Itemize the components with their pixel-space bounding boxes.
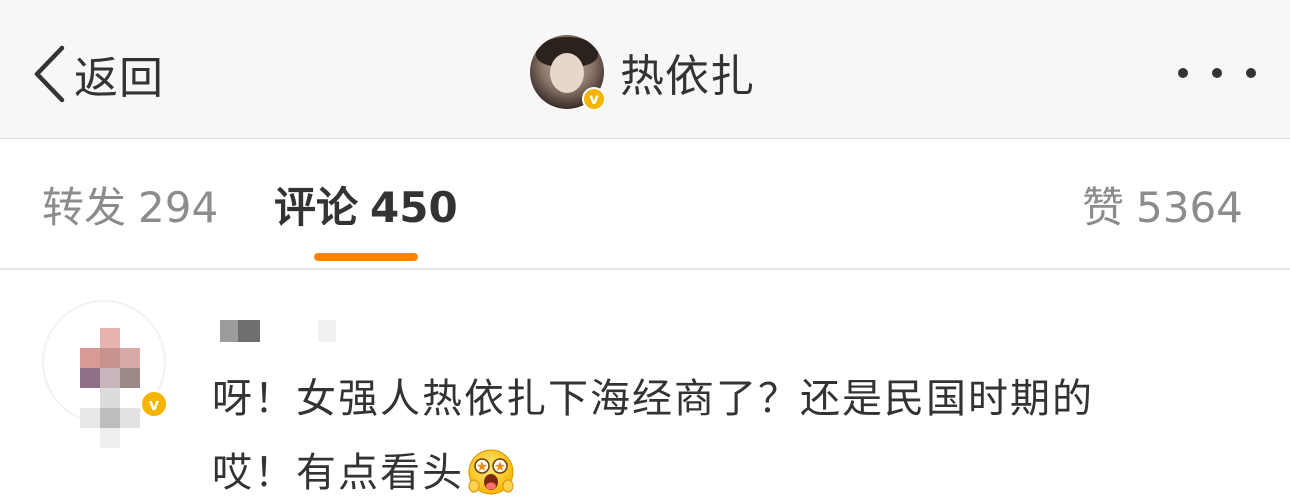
comment-item: v 呀！女强人热依扎下海经商了？还是民国时期的 哎！有点看头 bbox=[0, 272, 1290, 500]
tab-like-label: 赞 bbox=[1082, 183, 1125, 232]
tab-like-count: 5364 bbox=[1136, 183, 1243, 232]
tab-repost[interactable]: 转发 294 bbox=[42, 183, 218, 233]
tab-comment-label: 评论 bbox=[274, 183, 359, 232]
author-avatar[interactable]: v bbox=[530, 35, 606, 111]
tab-repost-count: 294 bbox=[138, 183, 219, 232]
chevron-left-icon bbox=[34, 45, 65, 103]
tab-repost-label: 转发 bbox=[42, 183, 127, 232]
star-eyes-emoji-icon bbox=[468, 449, 514, 495]
tab-like[interactable]: 赞 5364 bbox=[1082, 183, 1243, 233]
more-dots-icon bbox=[1178, 68, 1188, 78]
active-tab-indicator bbox=[314, 253, 418, 261]
verified-badge-icon: v bbox=[582, 87, 606, 111]
interaction-tabs: 转发 294 评论 450 赞 5364 bbox=[0, 139, 1290, 270]
profile-title[interactable]: v 热依扎 bbox=[530, 34, 755, 111]
more-dots-icon bbox=[1246, 68, 1256, 78]
commenter-username[interactable] bbox=[218, 320, 338, 342]
comment-text-line2-text: 哎！有点看头 bbox=[212, 450, 464, 496]
verified-badge-icon: v bbox=[140, 390, 168, 418]
more-options-button[interactable] bbox=[1178, 56, 1256, 90]
page-title: 热依扎 bbox=[620, 51, 755, 102]
more-dots-icon bbox=[1212, 68, 1222, 78]
top-navigation-bar: 返回 v 热依扎 bbox=[0, 0, 1290, 139]
weibo-comments-screen: 返回 v 热依扎 转发 294 评论 450 赞 5364 v 呀！女强人热依扎… bbox=[0, 0, 1290, 500]
tabs-divider bbox=[0, 268, 1290, 270]
tab-comment[interactable]: 评论 450 bbox=[274, 183, 458, 233]
back-label: 返回 bbox=[74, 53, 164, 104]
tab-comment-count: 450 bbox=[370, 183, 458, 232]
comment-text-line1: 呀！女强人热依扎下海经商了？还是民国时期的 bbox=[212, 376, 1094, 422]
back-button[interactable]: 返回 bbox=[32, 40, 164, 108]
commenter-avatar[interactable]: v bbox=[42, 300, 168, 448]
comment-text-line2: 哎！有点看头 bbox=[212, 436, 1212, 500]
comment-text: 呀！女强人热依扎下海经商了？还是民国时期的 哎！有点看头 bbox=[212, 362, 1212, 500]
